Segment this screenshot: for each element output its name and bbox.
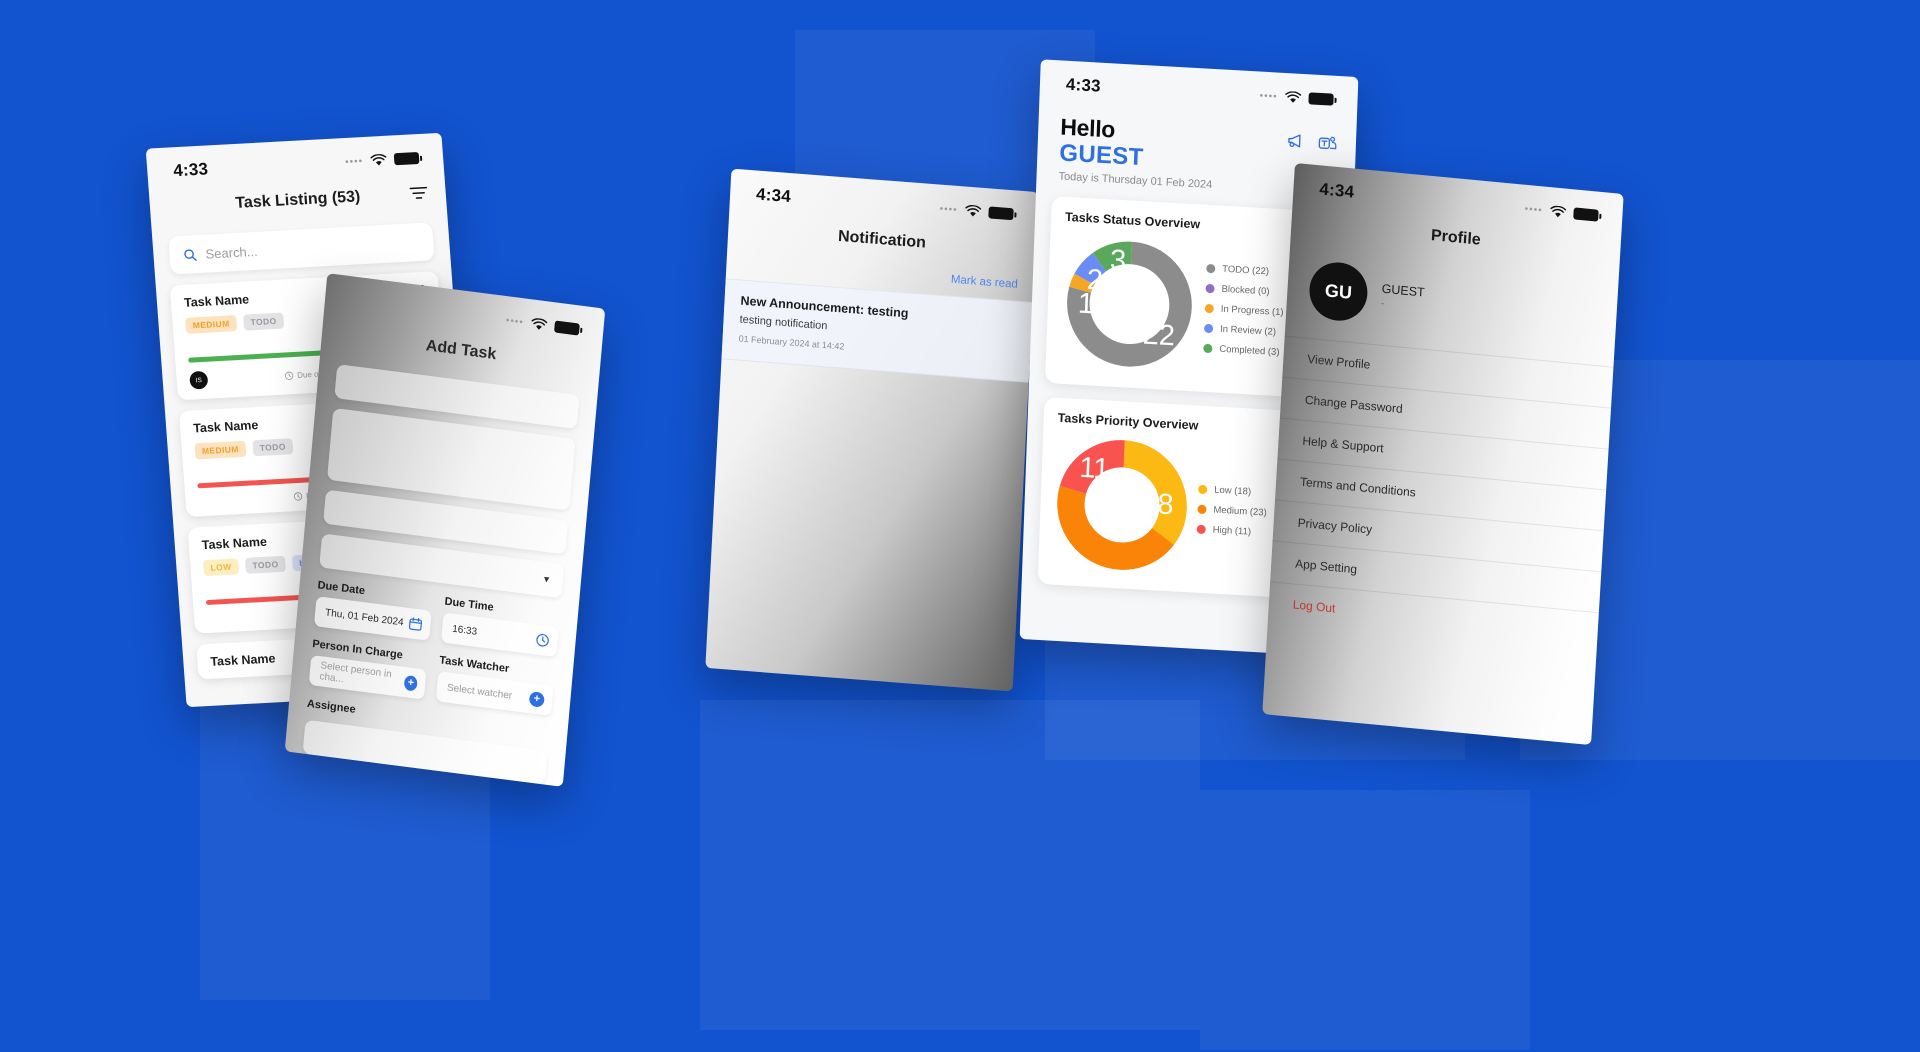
due-time-group: Due Time 16:33	[440, 596, 560, 658]
tag-priority: MEDIUM	[194, 440, 247, 460]
megaphone-icon[interactable]	[1287, 132, 1308, 151]
legend-label: TODO (22)	[1222, 263, 1270, 278]
slice-label-completed: 3	[1110, 244, 1127, 277]
task-name: Task Name	[209, 651, 276, 669]
legend-item: TODO (22)	[1206, 263, 1285, 278]
legend-dot-in-review	[1203, 323, 1214, 334]
battery-icon	[393, 151, 420, 166]
battery-icon	[553, 320, 580, 336]
person-in-charge-group: Person In Charge Select person in cha...…	[308, 638, 428, 700]
clock-icon[interactable]	[535, 632, 550, 648]
due-time-value: 16:33	[451, 623, 478, 638]
tag-status: TODO	[242, 312, 285, 331]
battery-icon	[1573, 207, 1599, 222]
battery-icon	[1308, 92, 1334, 106]
legend-label: Completed (3)	[1219, 343, 1280, 358]
signal-icon: ••••	[505, 314, 525, 328]
status-time: 4:33	[172, 159, 209, 181]
legend-dot-low	[1198, 484, 1208, 495]
screen-add-task: •••• Add Task ▼ Due Date Thu, 01 Feb 202…	[284, 273, 606, 787]
donut-chart-priority: 18 11	[1052, 434, 1192, 576]
legend-label: Low (18)	[1213, 484, 1252, 498]
add-watcher-icon[interactable]: +	[528, 690, 545, 708]
legend-item: Completed (3)	[1203, 343, 1282, 358]
filter-icon[interactable]	[409, 186, 428, 201]
wifi-icon	[531, 317, 548, 330]
card-title: Tasks Status Overview	[1064, 209, 1201, 232]
status-time: 4:34	[755, 184, 792, 207]
search-icon	[184, 248, 197, 261]
legend-item: In Review (2)	[1203, 323, 1283, 338]
chevron-down-icon: ▼	[541, 573, 552, 585]
legend-item: High (11)	[1196, 524, 1267, 539]
legend-label: In Progress (1)	[1220, 303, 1284, 319]
person-in-charge-placeholder: Select person in cha...	[318, 660, 393, 686]
signal-icon: ••••	[1524, 203, 1543, 216]
legend-label: Medium (23)	[1213, 504, 1267, 519]
calendar-icon[interactable]	[408, 616, 423, 632]
legend-dot-completed	[1203, 343, 1213, 354]
legend-item: Medium (23)	[1197, 504, 1267, 519]
screenshot-canvas: 4:33 •••• Task Listing (53) Search... Ta…	[0, 0, 1920, 1052]
legend-dot-in-progress	[1204, 303, 1214, 314]
avatar: IS	[189, 370, 209, 390]
legend-dot-todo	[1206, 263, 1216, 274]
legend-label: Blocked (0)	[1221, 283, 1270, 298]
screen-notification: 4:34 •••• Notification Mark as read New …	[705, 168, 1039, 692]
legend-item: Blocked (0)	[1205, 283, 1284, 298]
decor-square	[1200, 790, 1530, 1050]
slice-label-high: 11	[1079, 452, 1110, 486]
due-date-group: Due Date Thu, 01 Feb 2024	[313, 579, 433, 641]
teams-icon[interactable]	[1318, 134, 1339, 153]
due-date-value: Thu, 01 Feb 2024	[324, 606, 405, 628]
wifi-icon	[1285, 90, 1302, 103]
slice-label-low: 18	[1141, 487, 1174, 521]
task-name: Task Name	[201, 534, 268, 553]
search-input[interactable]: Search...	[168, 222, 435, 275]
slice-label-todo: 22	[1142, 318, 1175, 352]
tag-status: TODO	[244, 555, 287, 574]
wifi-icon	[370, 153, 387, 166]
tag-priority: MEDIUM	[185, 315, 238, 334]
tag-priority: LOW	[202, 558, 240, 577]
legend-status: TODO (22) Blocked (0) In Progress (1) In…	[1201, 263, 1285, 358]
avatar: GU	[1307, 259, 1370, 324]
greeting-block: Hello GUEST Today is Thursday 01 Feb 202…	[1058, 114, 1214, 191]
task-name: Task Name	[183, 292, 250, 310]
clock-icon	[293, 492, 302, 501]
profile-subtitle: -	[1380, 297, 1385, 310]
status-time: 4:33	[1065, 74, 1102, 96]
signal-icon: ••••	[344, 155, 364, 168]
add-person-icon[interactable]: +	[403, 674, 418, 692]
task-name: Task Name	[192, 418, 259, 436]
wifi-icon	[1550, 205, 1567, 217]
status-time: 4:34	[1318, 179, 1355, 202]
legend-priority: Low (18) Medium (23) High (11)	[1195, 483, 1268, 538]
legend-dot-blocked	[1205, 283, 1215, 294]
profile-name: GUEST	[1381, 281, 1426, 300]
legend-label: High (11)	[1212, 524, 1252, 538]
donut-chart-status: 22 1 2 3	[1060, 233, 1200, 375]
screen-profile: 4:34 •••• Profile GU GUEST - View Profil…	[1262, 162, 1624, 746]
legend-item: In Progress (1)	[1204, 303, 1284, 319]
clock-icon	[284, 371, 293, 380]
tag-status: TODO	[252, 438, 294, 457]
legend-label: In Review (2)	[1219, 323, 1277, 338]
decor-square	[700, 700, 1200, 1030]
search-placeholder: Search...	[204, 243, 259, 262]
task-watcher-group: Task Watcher Select watcher +	[435, 654, 555, 716]
legend-dot-high	[1196, 524, 1206, 535]
wifi-icon	[965, 204, 982, 217]
notification-item[interactable]: New Announcement: testing testing notifi…	[721, 278, 1033, 383]
task-watcher-placeholder: Select watcher	[446, 681, 513, 702]
card-title: Tasks Priority Overview	[1057, 410, 1199, 433]
legend-dot-medium	[1197, 504, 1207, 515]
signal-icon: ••••	[939, 203, 958, 216]
legend-item: Low (18)	[1198, 484, 1268, 499]
slice-label-in-review: 2	[1086, 264, 1103, 297]
battery-icon	[988, 206, 1014, 221]
signal-icon: ••••	[1259, 90, 1278, 103]
